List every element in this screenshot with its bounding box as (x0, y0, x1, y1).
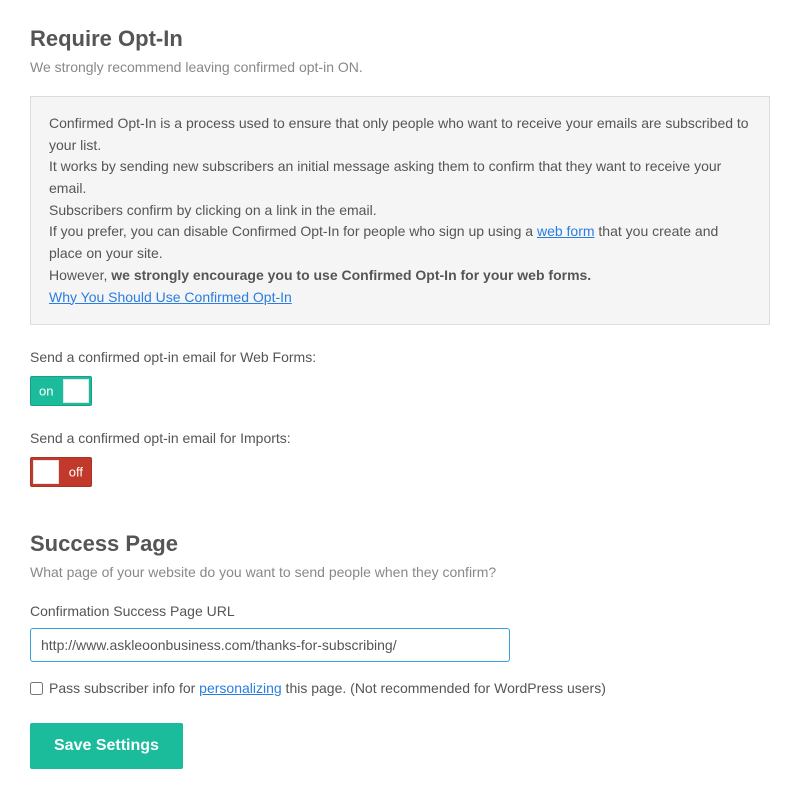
require-optin-subtitle: We strongly recommend leaving confirmed … (30, 57, 770, 78)
info-line: However, we strongly encourage you to us… (49, 265, 751, 287)
webforms-toggle[interactable]: on (30, 376, 92, 406)
info-line: It works by sending new subscribers an i… (49, 156, 751, 199)
toggle-state-label: off (69, 462, 83, 482)
toggle-state-label: on (39, 381, 53, 401)
webforms-toggle-group: Send a confirmed opt-in email for Web Fo… (30, 347, 770, 406)
info-line: Subscribers confirm by clicking on a lin… (49, 200, 751, 222)
toggle-knob (33, 460, 59, 484)
info-line: Confirmed Opt-In is a process used to en… (49, 113, 751, 156)
optin-info-box: Confirmed Opt-In is a process used to en… (30, 96, 770, 325)
personalizing-link[interactable]: personalizing (199, 680, 282, 696)
success-page-title: Success Page (30, 527, 770, 560)
why-use-optin-link[interactable]: Why You Should Use Confirmed Opt-In (49, 289, 292, 305)
require-optin-section: Require Opt-In We strongly recommend lea… (30, 22, 770, 487)
info-line: If you prefer, you can disable Confirmed… (49, 221, 751, 264)
success-url-label: Confirmation Success Page URL (30, 601, 770, 622)
success-page-subtitle: What page of your website do you want to… (30, 562, 770, 583)
personalize-checkbox[interactable] (30, 682, 43, 695)
require-optin-title: Require Opt-In (30, 22, 770, 55)
save-settings-button[interactable]: Save Settings (30, 723, 183, 769)
imports-toggle[interactable]: off (30, 457, 92, 487)
personalize-checkbox-row: Pass subscriber info for personalizing t… (30, 678, 770, 699)
imports-toggle-group: Send a confirmed opt-in email for Import… (30, 428, 770, 487)
success-url-input[interactable] (30, 628, 510, 662)
imports-toggle-label: Send a confirmed opt-in email for Import… (30, 428, 770, 449)
webforms-toggle-label: Send a confirmed opt-in email for Web Fo… (30, 347, 770, 368)
toggle-knob (63, 379, 89, 403)
web-form-link[interactable]: web form (537, 223, 595, 239)
info-strong: we strongly encourage you to use Confirm… (111, 267, 591, 283)
success-page-section: Success Page What page of your website d… (30, 527, 770, 769)
